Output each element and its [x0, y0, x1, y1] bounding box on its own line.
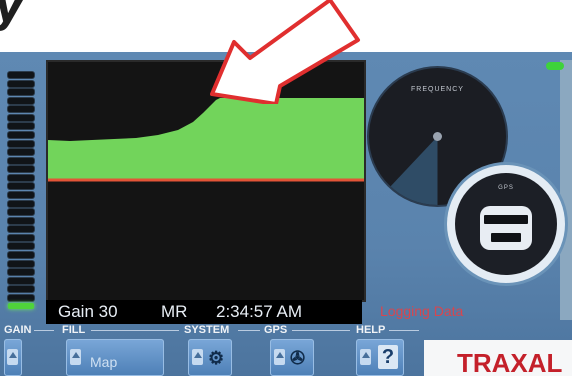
annotation-arrow: [210, 0, 360, 104]
toolbar-divider: [34, 330, 54, 331]
up-arrow-icon: [192, 349, 203, 365]
gain-meter-segment: [8, 97, 34, 104]
gain-meter-segment: [8, 234, 34, 241]
gps-dial-label: GPS: [498, 185, 514, 191]
gain-meter-segment: [8, 243, 34, 250]
help-icon: ?: [378, 345, 398, 369]
gps-button[interactable]: ✇: [270, 339, 314, 376]
gear-icon: ⚙: [208, 348, 225, 368]
toolbar-divider: [389, 330, 419, 331]
gain-meter-segment: [8, 123, 34, 130]
photo-title: y: [0, 0, 25, 32]
gain-meter-segment: [8, 200, 34, 207]
toolbar-divider: [91, 330, 179, 331]
gain-meter-segment: [8, 209, 34, 216]
toolbar-divider: [238, 330, 260, 331]
gps-slot-top: [484, 215, 528, 224]
gain-meter-segment: [8, 286, 34, 293]
gps-label: GPS: [264, 324, 288, 336]
gain-meter-segment: [8, 114, 34, 121]
gain-meter-segment: [8, 157, 34, 164]
gain-meter-segment: [8, 303, 34, 310]
gain-meter-segment: [8, 269, 34, 276]
gain-meter-segment: [8, 252, 34, 258]
system-label: SYSTEM: [184, 324, 230, 336]
gps-slot-bottom: [491, 233, 521, 242]
fill-label: FILL: [62, 324, 86, 336]
gain-button[interactable]: [4, 339, 22, 376]
gain-meter-segment: [8, 294, 34, 301]
gain-meter-segment: [8, 89, 34, 96]
fill-button-label: Map: [90, 354, 118, 370]
help-label: HELP: [356, 324, 386, 336]
gps-dial-face: GPS: [455, 173, 557, 275]
logging-status: Logging Data: [380, 303, 464, 319]
brand-logo: TRAXAL: [457, 348, 563, 378]
time-readout: 2:34:57 AM: [216, 302, 303, 321]
fill-map-button[interactable]: Map: [66, 339, 164, 376]
gain-meter-segment: [8, 140, 34, 147]
up-arrow-icon: [7, 349, 18, 365]
gps-indicator: [480, 206, 532, 250]
gain-meter-segment: [8, 149, 34, 156]
gain-meter-segment: [8, 106, 34, 113]
gain-meter-segment: [8, 166, 34, 173]
gain-meter-segment: [8, 192, 34, 198]
gain-meter-segment: [8, 174, 34, 181]
annotation-arrow-shape: [210, 0, 360, 104]
dial-wedge-shape: [389, 136, 438, 205]
gain-meter-segment: [8, 80, 34, 87]
gain-meter-segment: [8, 183, 34, 190]
up-arrow-icon: [274, 349, 285, 365]
help-button[interactable]: ?: [356, 339, 404, 376]
up-arrow-icon: [360, 349, 371, 365]
gain-meter: [8, 72, 38, 312]
gain-meter-segment: [8, 226, 34, 233]
system-settings-button[interactable]: ⚙: [188, 339, 232, 376]
satellite-icon: ✇: [290, 348, 306, 368]
gain-meter-segment: [8, 277, 34, 284]
status-led: [546, 62, 564, 70]
status-bar: Gain 30 MR 2:34:57 AM: [46, 300, 362, 324]
mode-readout: MR: [161, 302, 188, 321]
gain-meter-segment: [8, 132, 34, 138]
right-bezel: [560, 60, 572, 320]
gain-label: GAIN: [4, 324, 32, 336]
up-arrow-icon: [70, 349, 81, 365]
dial-center: [433, 132, 442, 141]
gps-dial: GPS: [447, 165, 565, 283]
frequency-dial-label: FREQUENCY: [411, 86, 464, 93]
toolbar-divider: [292, 330, 350, 331]
gain-meter-segment: [8, 260, 34, 267]
gain-meter-segment: [8, 72, 34, 78]
gain-readout: Gain 30: [58, 302, 118, 321]
gain-meter-segment: [8, 217, 34, 224]
